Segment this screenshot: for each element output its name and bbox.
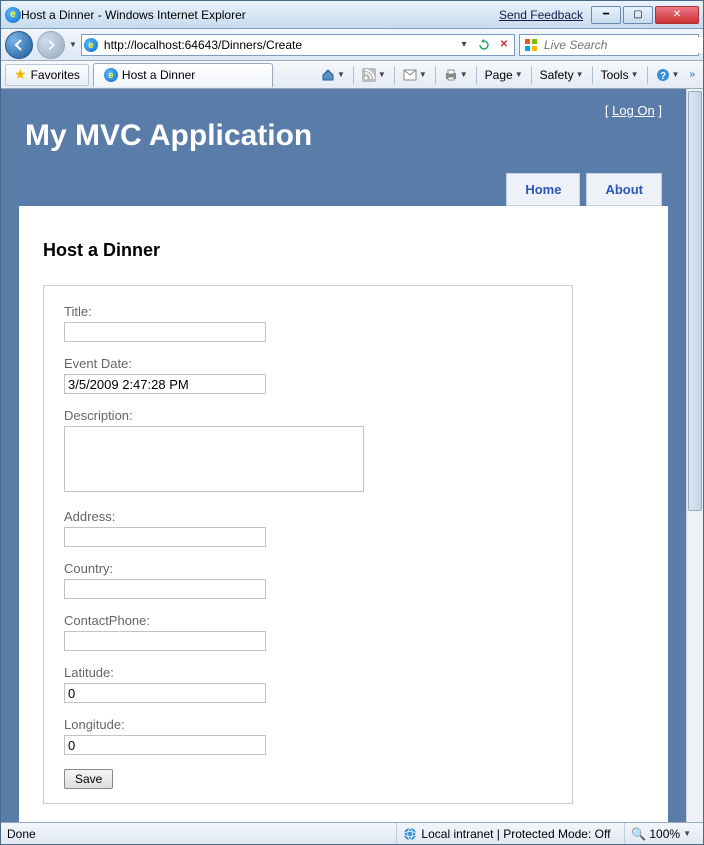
page-body: [ Log On ] My MVC Application Home About…	[1, 89, 686, 822]
safety-tool-button[interactable]: Safety▼	[536, 64, 588, 86]
longitude-label: Longitude:	[64, 717, 552, 732]
command-toolbar: ▼ ▼ ▼ ▼ Page▼ Safety▼ Tools▼ ?	[317, 64, 699, 86]
command-bar: ★ Favorites e Host a Dinner ▼ ▼ ▼ ▼ Page…	[1, 61, 703, 89]
longitude-input[interactable]	[64, 735, 266, 755]
mail-tool-button[interactable]: ▼	[399, 64, 431, 86]
browser-tab[interactable]: e Host a Dinner	[93, 63, 273, 87]
tab-about[interactable]: About	[586, 173, 662, 206]
dinner-form: Title: Event Date: Description: Address:	[43, 285, 573, 804]
svg-text:?: ?	[659, 71, 665, 82]
description-input[interactable]	[64, 426, 364, 492]
content-panel: Host a Dinner Title: Event Date: Descrip…	[19, 206, 668, 822]
ie-icon: e	[5, 7, 21, 23]
app-header: [ Log On ] My MVC Application	[19, 103, 668, 169]
favorites-button[interactable]: ★ Favorites	[5, 64, 89, 86]
contactphone-label: ContactPhone:	[64, 613, 552, 628]
security-zone[interactable]: Local intranet | Protected Mode: Off	[396, 823, 616, 844]
favorites-label: Favorites	[31, 68, 80, 82]
tools-tool-button[interactable]: Tools▼	[597, 64, 643, 86]
search-field-wrap: 🔍	[519, 34, 699, 56]
vertical-scrollbar[interactable]	[686, 89, 703, 822]
search-input[interactable]	[542, 37, 703, 53]
country-label: Country:	[64, 561, 552, 576]
save-button[interactable]: Save	[64, 769, 113, 789]
browser-viewport: [ Log On ] My MVC Application Home About…	[1, 89, 703, 822]
tab-title: Host a Dinner	[122, 68, 195, 82]
back-button[interactable]	[5, 31, 33, 59]
title-label: Title:	[64, 304, 552, 319]
windows-flag-icon	[524, 38, 538, 52]
toolbar-chevron-icon[interactable]: »	[685, 64, 699, 86]
app-nav: Home About	[19, 169, 668, 206]
intranet-icon	[403, 827, 417, 841]
tab-page-icon: e	[104, 68, 118, 82]
star-icon: ★	[14, 66, 27, 83]
home-tool-button[interactable]: ▼	[317, 64, 349, 86]
contactphone-input[interactable]	[64, 631, 266, 651]
tab-home[interactable]: Home	[506, 173, 580, 206]
refresh-button[interactable]	[476, 37, 492, 53]
eventdate-label: Event Date:	[64, 356, 552, 371]
window-title: Host a Dinner - Windows Internet Explore…	[21, 8, 246, 22]
forward-button[interactable]	[37, 31, 65, 59]
logon-area: [ Log On ]	[605, 103, 662, 118]
app-title: My MVC Application	[25, 119, 662, 153]
stop-button[interactable]: ✕	[496, 37, 512, 53]
page-icon: e	[84, 38, 98, 52]
page-heading: Host a Dinner	[43, 240, 644, 261]
description-label: Description:	[64, 408, 552, 423]
title-input[interactable]	[64, 322, 266, 342]
zoom-value: 100%	[649, 827, 680, 841]
send-feedback-link[interactable]: Send Feedback	[499, 8, 583, 22]
page-tool-button[interactable]: Page▼	[481, 64, 527, 86]
address-label: Address:	[64, 509, 552, 524]
help-tool-button[interactable]: ? ▼	[652, 64, 684, 86]
close-button[interactable]: ✕	[655, 6, 699, 24]
address-input[interactable]	[64, 527, 266, 547]
maximize-button[interactable]: ▢	[623, 6, 653, 24]
url-field-wrap: e ▾ ✕	[81, 34, 515, 56]
zoom-icon: 🔍	[631, 827, 646, 841]
latitude-input[interactable]	[64, 683, 266, 703]
window-titlebar: e Host a Dinner - Windows Internet Explo…	[1, 1, 703, 29]
nav-history-dropdown[interactable]: ▼	[69, 40, 77, 49]
address-bar: ▼ e ▾ ✕ 🔍	[1, 29, 703, 61]
feeds-tool-button[interactable]: ▼	[358, 64, 390, 86]
zoom-dropdown-icon: ▼	[683, 829, 691, 838]
latitude-label: Latitude:	[64, 665, 552, 680]
minimize-button[interactable]: ━	[591, 6, 621, 24]
url-input[interactable]	[102, 36, 452, 54]
eventdate-input[interactable]	[64, 374, 266, 394]
country-input[interactable]	[64, 579, 266, 599]
zoom-control[interactable]: 🔍 100% ▼	[624, 823, 697, 844]
status-bar: Done Local intranet | Protected Mode: Of…	[1, 822, 703, 844]
scrollbar-thumb[interactable]	[688, 91, 702, 511]
print-tool-button[interactable]: ▼	[440, 64, 472, 86]
url-dropdown[interactable]: ▾	[456, 37, 472, 53]
logon-link[interactable]: Log On	[612, 103, 655, 118]
status-done: Done	[7, 827, 36, 841]
zone-text: Local intranet | Protected Mode: Off	[421, 827, 610, 841]
